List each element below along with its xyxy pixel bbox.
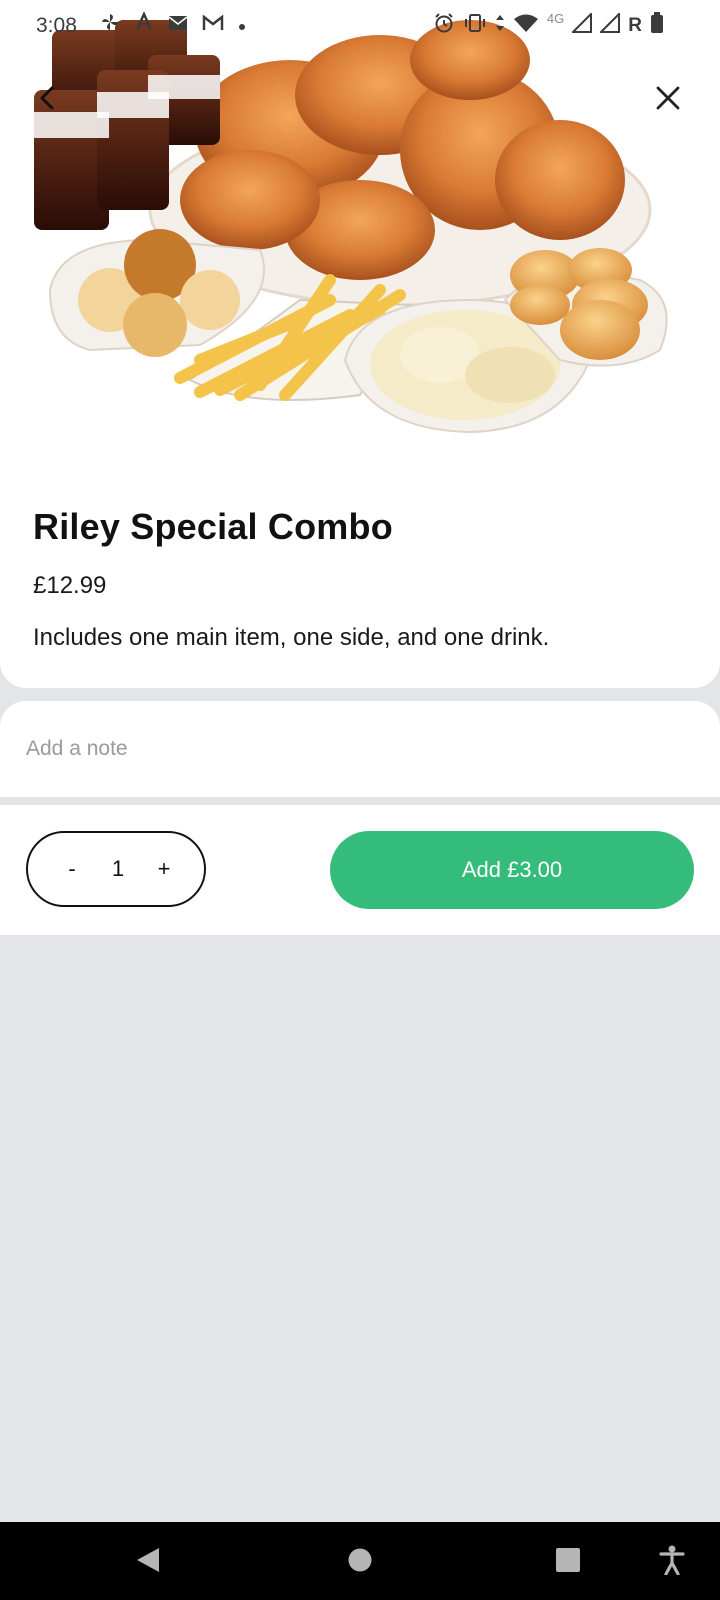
quantity-stepper: - 1 + <box>26 831 206 907</box>
data-arrows-icon <box>495 13 505 39</box>
dot-icon <box>238 13 246 37</box>
product-description: Includes one main item, one side, and on… <box>33 624 550 651</box>
note-input[interactable] <box>26 731 686 767</box>
nav-home-button[interactable] <box>342 1544 378 1580</box>
product-image <box>0 0 720 470</box>
action-bar: - 1 + Add £3.00 <box>0 805 720 935</box>
accessibility-button[interactable] <box>654 1544 690 1580</box>
notification-icons <box>100 10 246 38</box>
navigation-bar <box>0 1522 720 1600</box>
roaming-label: R <box>628 15 642 36</box>
accessibility-icon <box>659 1545 685 1580</box>
back-button[interactable] <box>24 76 72 124</box>
item-detail-screen: 3:08 4G R Riley Special Combo £12.99 Inc… <box>0 0 720 1600</box>
close-icon <box>654 84 682 117</box>
quantity-value: 1 <box>111 856 125 881</box>
circle-home-icon <box>347 1547 373 1578</box>
vibrate-icon <box>463 13 487 39</box>
nav-back-button[interactable] <box>130 1544 166 1580</box>
status-bar: 3:08 4G R <box>0 0 720 52</box>
signal-icon <box>570 11 593 39</box>
nav-recents-button[interactable] <box>550 1544 586 1580</box>
battery-icon <box>650 12 664 40</box>
decrease-quantity-button[interactable]: - <box>60 856 84 882</box>
arrow-left-icon <box>34 84 62 117</box>
a-icon <box>134 10 154 38</box>
fan-icon <box>100 12 120 38</box>
gmail-icon <box>202 13 224 37</box>
alarm-icon <box>433 12 455 40</box>
add-to-cart-button[interactable]: Add £3.00 <box>330 831 694 909</box>
signal-icon <box>598 11 621 39</box>
product-title: Riley Special Combo <box>33 506 393 547</box>
network-type-label: 4G <box>546 10 565 26</box>
status-time: 3:08 <box>36 14 77 37</box>
note-card <box>0 701 720 797</box>
wifi-icon <box>513 13 539 39</box>
product-price: £12.99 <box>33 572 107 599</box>
mail-icon <box>168 13 188 37</box>
system-icons: 4G R <box>433 10 664 40</box>
increase-quantity-button[interactable]: + <box>152 856 176 882</box>
close-button[interactable] <box>644 76 692 124</box>
triangle-back-icon <box>135 1546 161 1579</box>
square-recents-icon <box>555 1547 581 1578</box>
product-card: Riley Special Combo £12.99 Includes one … <box>0 0 720 688</box>
